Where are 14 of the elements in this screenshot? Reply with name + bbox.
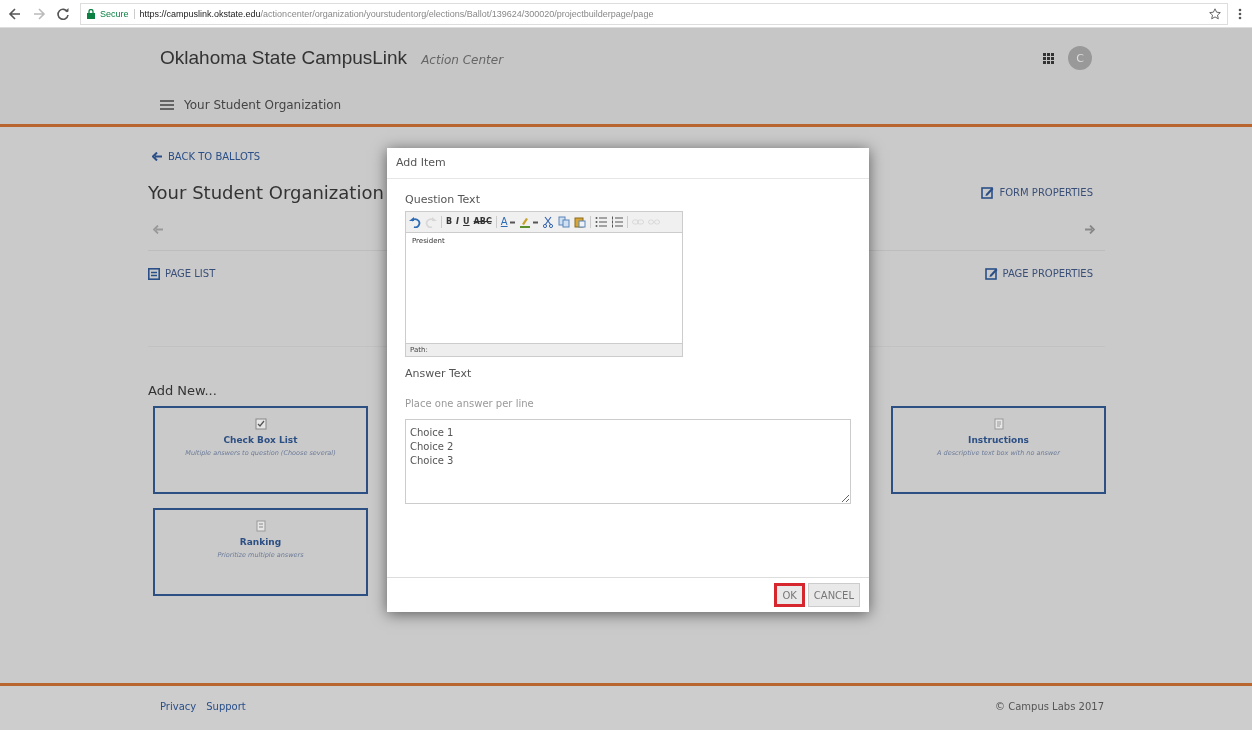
site-subtitle: Action Center: [421, 53, 504, 67]
page-title: Your Student Organization: [148, 182, 384, 203]
card-title: Instructions: [968, 435, 1029, 445]
back-link-label: BACK TO BALLOTS: [168, 151, 261, 162]
dialog-title: Add Item: [387, 148, 869, 179]
section-heading: Add New...: [148, 383, 217, 398]
field-label: Question Text: [405, 193, 481, 206]
field-label: Answer Text: [405, 367, 473, 380]
secure-label: Secure: [100, 8, 135, 19]
card-title: Ranking: [239, 537, 282, 547]
card-title: Check Box List: [223, 435, 298, 445]
url-text: https://campuslink.okstate.edu/actioncenter/organization/yourstudentorg/elections/Ballot/139624/300020/projectbuilderpage/page: [139, 8, 655, 19]
help-text: Place one answer per line: [405, 398, 535, 409]
copyright-text: © Campus Labs 2017: [995, 700, 1104, 712]
